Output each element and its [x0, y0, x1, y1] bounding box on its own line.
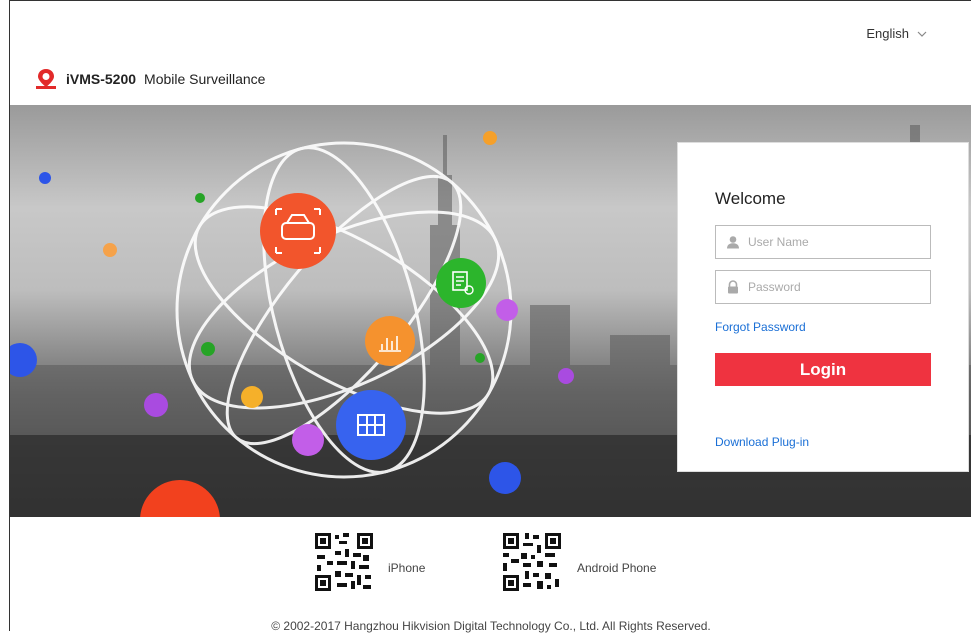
lock-icon — [728, 280, 738, 294]
login-button[interactable]: Login — [715, 353, 931, 386]
chevron-down-icon — [917, 31, 927, 37]
login-card: Welcome Forgot Password Login Download P… — [677, 142, 969, 472]
password-field[interactable] — [715, 270, 931, 304]
brand-name: iVMS-5200 — [66, 71, 137, 87]
username-field[interactable] — [715, 225, 931, 259]
language-label: English — [866, 26, 909, 41]
brand-subtitle: Mobile Surveillance — [144, 71, 266, 87]
language-selector[interactable]: English — [866, 26, 927, 41]
page-frame: English iVMS-5200 Mobile Surveillance We… — [9, 0, 971, 633]
hero-banner: Welcome Forgot Password Login Download P… — [10, 105, 971, 517]
qr-section: iPhone Android Phone — [10, 531, 971, 601]
car-icon — [260, 193, 336, 269]
download-plugin-link[interactable]: Download Plug-in — [715, 435, 809, 449]
logo-icon — [36, 69, 56, 89]
forgot-password-link[interactable]: Forgot Password — [715, 320, 806, 334]
password-input[interactable] — [748, 280, 918, 294]
welcome-heading: Welcome — [715, 189, 786, 208]
map-icon — [336, 390, 406, 460]
brand: iVMS-5200 Mobile Surveillance — [34, 67, 265, 91]
qr-code-icon — [501, 531, 563, 593]
qr-label-android: Android Phone — [577, 561, 657, 575]
alarm-doc-icon — [436, 258, 486, 308]
chart-icon — [365, 316, 415, 366]
user-icon — [727, 236, 739, 249]
qr-code-icon — [313, 531, 375, 593]
qr-label-iphone: iPhone — [388, 561, 426, 575]
username-input[interactable] — [748, 235, 918, 249]
